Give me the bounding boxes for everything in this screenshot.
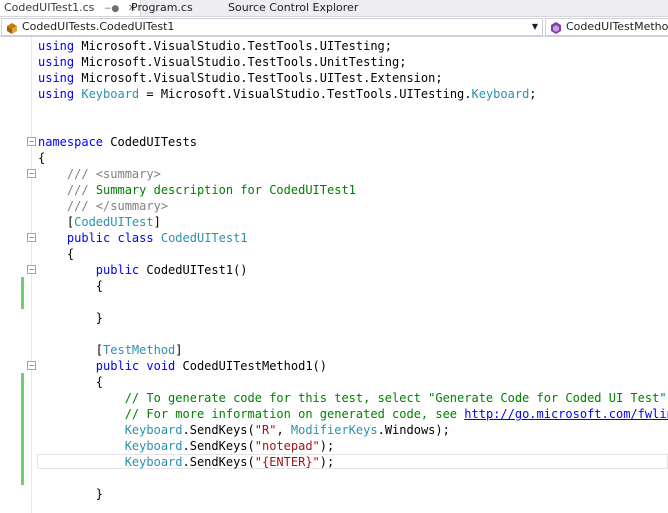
- collapse-icon[interactable]: −: [27, 233, 36, 242]
- tab-label: Source Control Explorer: [228, 1, 359, 14]
- code-line: public CodedUITest1(): [95, 263, 248, 277]
- code-line: namespace CodedUITests: [38, 135, 197, 149]
- tab-program[interactable]: Program.cs: [131, 0, 193, 16]
- code-line: // For more information on generated cod…: [38, 406, 668, 422]
- collapse-icon[interactable]: −: [27, 265, 36, 274]
- code-line: [CodedUITest]: [38, 215, 161, 229]
- collapse-icon[interactable]: −: [27, 361, 36, 370]
- tab-source-control-explorer[interactable]: Source Control Explorer: [228, 0, 358, 16]
- chevron-down-icon[interactable]: ▼: [532, 19, 538, 35]
- code-line: Keyboard.SendKeys("{ENTER}");: [124, 455, 335, 469]
- tab-coded-ui-test1[interactable]: CodedUITest1.cs −● ✕: [0, 0, 142, 17]
- code-line: Keyboard.SendKeys("notepad");: [124, 439, 335, 453]
- class-selector-dropdown[interactable]: CodedUITests.CodedUITest1 ▼: [1, 18, 543, 36]
- code-line: /// <summary>: [66, 167, 161, 181]
- code-line: {: [38, 247, 75, 261]
- collapse-icon[interactable]: −: [27, 137, 36, 146]
- tab-label: CodedUITest1.cs: [4, 1, 95, 14]
- code-line: [TestMethod]: [38, 343, 183, 357]
- code-line: using Microsoft.VisualStudio.TestTools.U…: [38, 55, 407, 69]
- code-line: /// </summary>: [66, 199, 169, 213]
- member-selector-dropdown[interactable]: CodedUITestMethod1: [545, 18, 668, 36]
- code-line: }: [38, 311, 104, 325]
- class-selector-label: CodedUITests.CodedUITest1: [22, 20, 175, 33]
- code-line: {: [38, 375, 104, 389]
- code-line: // To generate code for this test, selec…: [124, 391, 668, 405]
- class-icon: [5, 20, 19, 35]
- method-icon: [549, 20, 563, 35]
- collapse-icon[interactable]: −: [27, 169, 36, 178]
- code-line: Keyboard.SendKeys("R", ModifierKeys.Wind…: [124, 423, 450, 437]
- tab-label: Program.cs: [131, 1, 193, 14]
- code-line: using Keyboard = Microsoft.VisualStudio.…: [38, 87, 537, 101]
- code-line: using Microsoft.VisualStudio.TestTools.U…: [38, 39, 393, 53]
- document-tab-bar: CodedUITest1.cs −● ✕ Program.cs Source C…: [0, 0, 668, 17]
- pin-icon[interactable]: −●: [104, 2, 119, 17]
- change-marker: [21, 373, 24, 485]
- fwlink-hyperlink[interactable]: http://go.microsoft.com/fwlink/: [464, 407, 668, 421]
- member-selector-label: CodedUITestMethod1: [566, 20, 668, 33]
- code-line: /// Summary description for CodedUITest1: [66, 183, 356, 197]
- code-line: }: [38, 487, 104, 501]
- code-line: public class CodedUITest1: [66, 231, 248, 245]
- navigation-bar: CodedUITests.CodedUITest1 ▼ CodedUITestM…: [0, 17, 668, 37]
- code-line: {: [38, 151, 46, 165]
- code-line: using Microsoft.VisualStudio.TestTools.U…: [38, 71, 443, 85]
- code-line: {: [38, 279, 104, 293]
- code-editor[interactable]: − − − − − using Microsoft.VisualStudio.T…: [0, 37, 668, 513]
- change-marker: [21, 277, 24, 309]
- outlining-margin: [31, 37, 32, 513]
- code-line: public void CodedUITestMethod1(): [95, 359, 327, 373]
